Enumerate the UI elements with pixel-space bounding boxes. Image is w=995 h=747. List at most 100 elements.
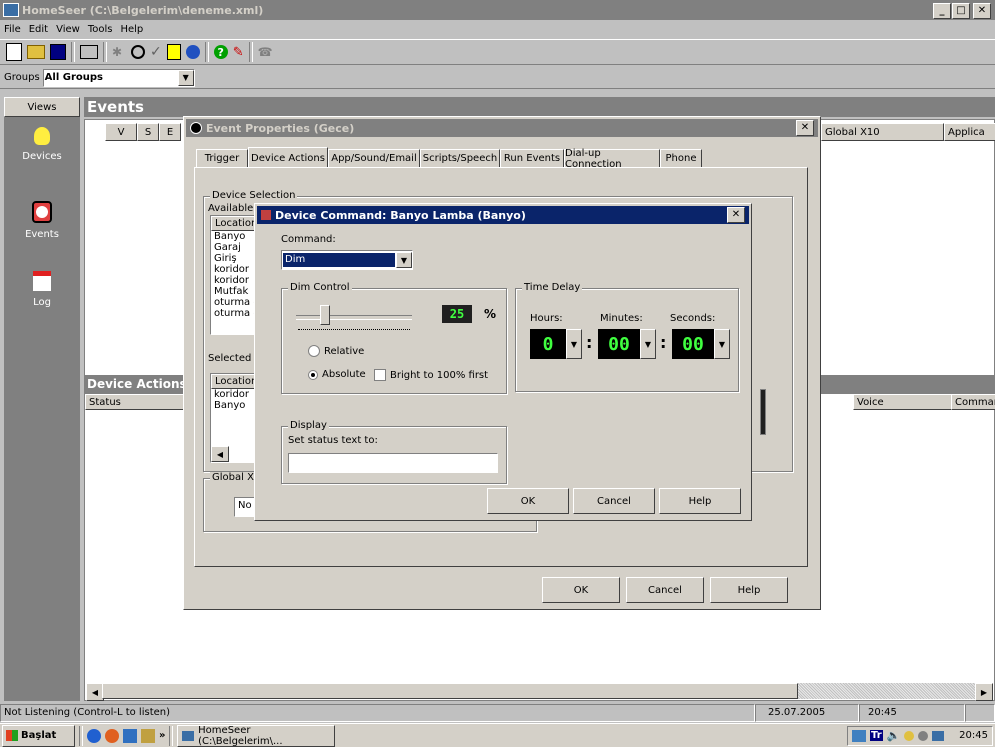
menu-bar: File Edit View Tools Help: [0, 21, 995, 37]
phone-icon[interactable]: ☎: [258, 45, 273, 59]
toolbar: ✱ ✓ ? ✎ ☎: [0, 39, 995, 65]
selected-label: Selected: [208, 353, 252, 364]
chevron-down-icon[interactable]: ▼: [566, 329, 582, 359]
tab-trigger[interactable]: Trigger: [196, 149, 248, 167]
language-indicator[interactable]: Tr: [870, 730, 883, 741]
chevron-down-icon[interactable]: ▼: [396, 252, 412, 268]
start-button[interactable]: Başlat: [2, 724, 75, 747]
event-cancel-button[interactable]: Cancel: [626, 577, 704, 603]
volume-icon[interactable]: 🔈: [887, 729, 901, 742]
tools-icon[interactable]: ✎: [233, 45, 244, 60]
menu-file[interactable]: File: [4, 24, 21, 35]
dim-value-display: 25: [442, 305, 472, 323]
event-help-button[interactable]: Help: [710, 577, 788, 603]
help-icon[interactable]: ?: [213, 45, 228, 59]
save-icon[interactable]: [50, 44, 66, 60]
command-select[interactable]: Dim ▼: [281, 250, 413, 270]
print-icon[interactable]: [80, 45, 98, 59]
col-header-s[interactable]: S: [137, 123, 159, 141]
tab-device-actions[interactable]: Device Actions: [248, 147, 328, 168]
outlook-icon[interactable]: [123, 728, 137, 743]
percent-label: %: [484, 307, 497, 321]
ie-icon[interactable]: [87, 728, 101, 743]
scroll-right-icon[interactable]: ▶: [975, 683, 993, 701]
tray-icon[interactable]: [904, 730, 915, 741]
browser-icon[interactable]: [105, 728, 119, 743]
menu-tools[interactable]: Tools: [88, 24, 113, 35]
command-label: Command:: [281, 234, 336, 245]
close-button[interactable]: ✕: [796, 120, 814, 136]
seconds-display: 00: [672, 329, 714, 359]
menu-edit[interactable]: Edit: [29, 24, 48, 35]
tab-app-sound-email[interactable]: App/Sound/Email: [328, 149, 420, 167]
event-ok-button[interactable]: OK: [542, 577, 620, 603]
tab-scripts-speech[interactable]: Scripts/Speech: [420, 149, 500, 167]
windows-logo-icon: [6, 730, 18, 741]
col-header-command[interactable]: Commar: [951, 394, 995, 410]
device-icon[interactable]: ✱: [112, 45, 126, 59]
tab-phone[interactable]: Phone: [660, 149, 702, 167]
groups-select[interactable]: All Groups ▼: [42, 68, 195, 87]
minimize-button[interactable]: _: [933, 3, 951, 19]
chevron-down-icon[interactable]: ▼: [177, 69, 194, 86]
views-item-log[interactable]: Log: [4, 271, 80, 308]
col-header-global-x10[interactable]: Global X10: [821, 123, 944, 141]
absolute-radio[interactable]: Absolute: [308, 369, 366, 380]
status-text-input[interactable]: [288, 453, 498, 473]
check-icon[interactable]: ✓: [150, 44, 162, 60]
device-command-titlebar: Device Command: Banyo Lamba (Banyo) ✕: [257, 206, 749, 224]
command-ok-button[interactable]: OK: [487, 488, 569, 514]
col-header-e[interactable]: E: [159, 123, 181, 141]
scroll-left-icon[interactable]: ◀: [211, 446, 229, 462]
views-item-events[interactable]: Events: [4, 201, 80, 240]
new-icon[interactable]: [6, 43, 22, 61]
homeseer-tray-icon[interactable]: [932, 730, 945, 741]
menu-view[interactable]: View: [56, 24, 80, 35]
relative-radio[interactable]: Relative: [308, 345, 364, 357]
close-button[interactable]: ✕: [973, 3, 991, 19]
views-item-devices[interactable]: Devices: [4, 127, 80, 162]
tab-run-events[interactable]: Run Events: [500, 149, 564, 167]
device-command-dialog: Device Command: Banyo Lamba (Banyo) ✕ Co…: [254, 203, 752, 521]
views-header: Views: [4, 97, 80, 117]
device-selection-label: Device Selection: [210, 190, 298, 201]
bright-first-checkbox[interactable]: Bright to 100% first: [374, 369, 488, 381]
seconds-select[interactable]: 00 ▼: [672, 329, 730, 359]
open-icon[interactable]: [27, 45, 45, 59]
chevron-down-icon[interactable]: ▼: [714, 329, 730, 359]
player-icon[interactable]: [141, 728, 155, 743]
slider-thumb[interactable]: [320, 305, 330, 325]
network-icon[interactable]: [852, 729, 866, 742]
minutes-select[interactable]: 00 ▼: [598, 329, 656, 359]
device-actions-hscrollbar[interactable]: ◀ ▶: [86, 683, 993, 701]
clock-icon[interactable]: [131, 45, 145, 59]
globe-icon[interactable]: [185, 45, 200, 59]
tab-dialup-connection[interactable]: Dial-up Connection: [564, 148, 660, 170]
dim-slider[interactable]: [296, 303, 412, 333]
col-header-applica[interactable]: Applica: [944, 123, 995, 141]
dark-slider-mark: [760, 389, 766, 435]
script-icon[interactable]: [166, 44, 181, 60]
tray-icon[interactable]: [918, 730, 929, 741]
maximize-button[interactable]: □: [952, 3, 970, 19]
time-delay-group: Time Delay Hours: Minutes: Seconds: 0 ▼ …: [515, 282, 739, 392]
command-cancel-button[interactable]: Cancel: [573, 488, 655, 514]
status-bar: Not Listening (Control-L to listen) 25.0…: [0, 704, 995, 722]
views-sidebar: Views Devices Events Log: [4, 97, 80, 701]
event-properties-titlebar: Event Properties (Gece) ✕: [186, 119, 818, 137]
menu-help[interactable]: Help: [120, 24, 143, 35]
homeseer-app-icon: [182, 730, 195, 741]
taskbar-homeseer-button[interactable]: HomeSeer (C:\Belgelerim\...: [177, 724, 336, 747]
col-header-status[interactable]: Status: [85, 394, 190, 410]
command-help-button[interactable]: Help: [659, 488, 741, 514]
scroll-thumb[interactable]: [102, 683, 798, 699]
time-delay-label: Time Delay: [522, 282, 583, 293]
status-blank: [965, 704, 995, 722]
hours-select[interactable]: 0 ▼: [530, 329, 582, 359]
close-button[interactable]: ✕: [727, 207, 745, 223]
main-titlebar: HomeSeer (C:\Belgelerim\deneme.xml) _ □ …: [0, 0, 995, 20]
col-header-v[interactable]: V: [105, 123, 137, 141]
more-chevron-icon[interactable]: »: [159, 730, 165, 741]
col-header-voice[interactable]: Voice: [853, 394, 956, 410]
chevron-down-icon[interactable]: ▼: [640, 329, 656, 359]
